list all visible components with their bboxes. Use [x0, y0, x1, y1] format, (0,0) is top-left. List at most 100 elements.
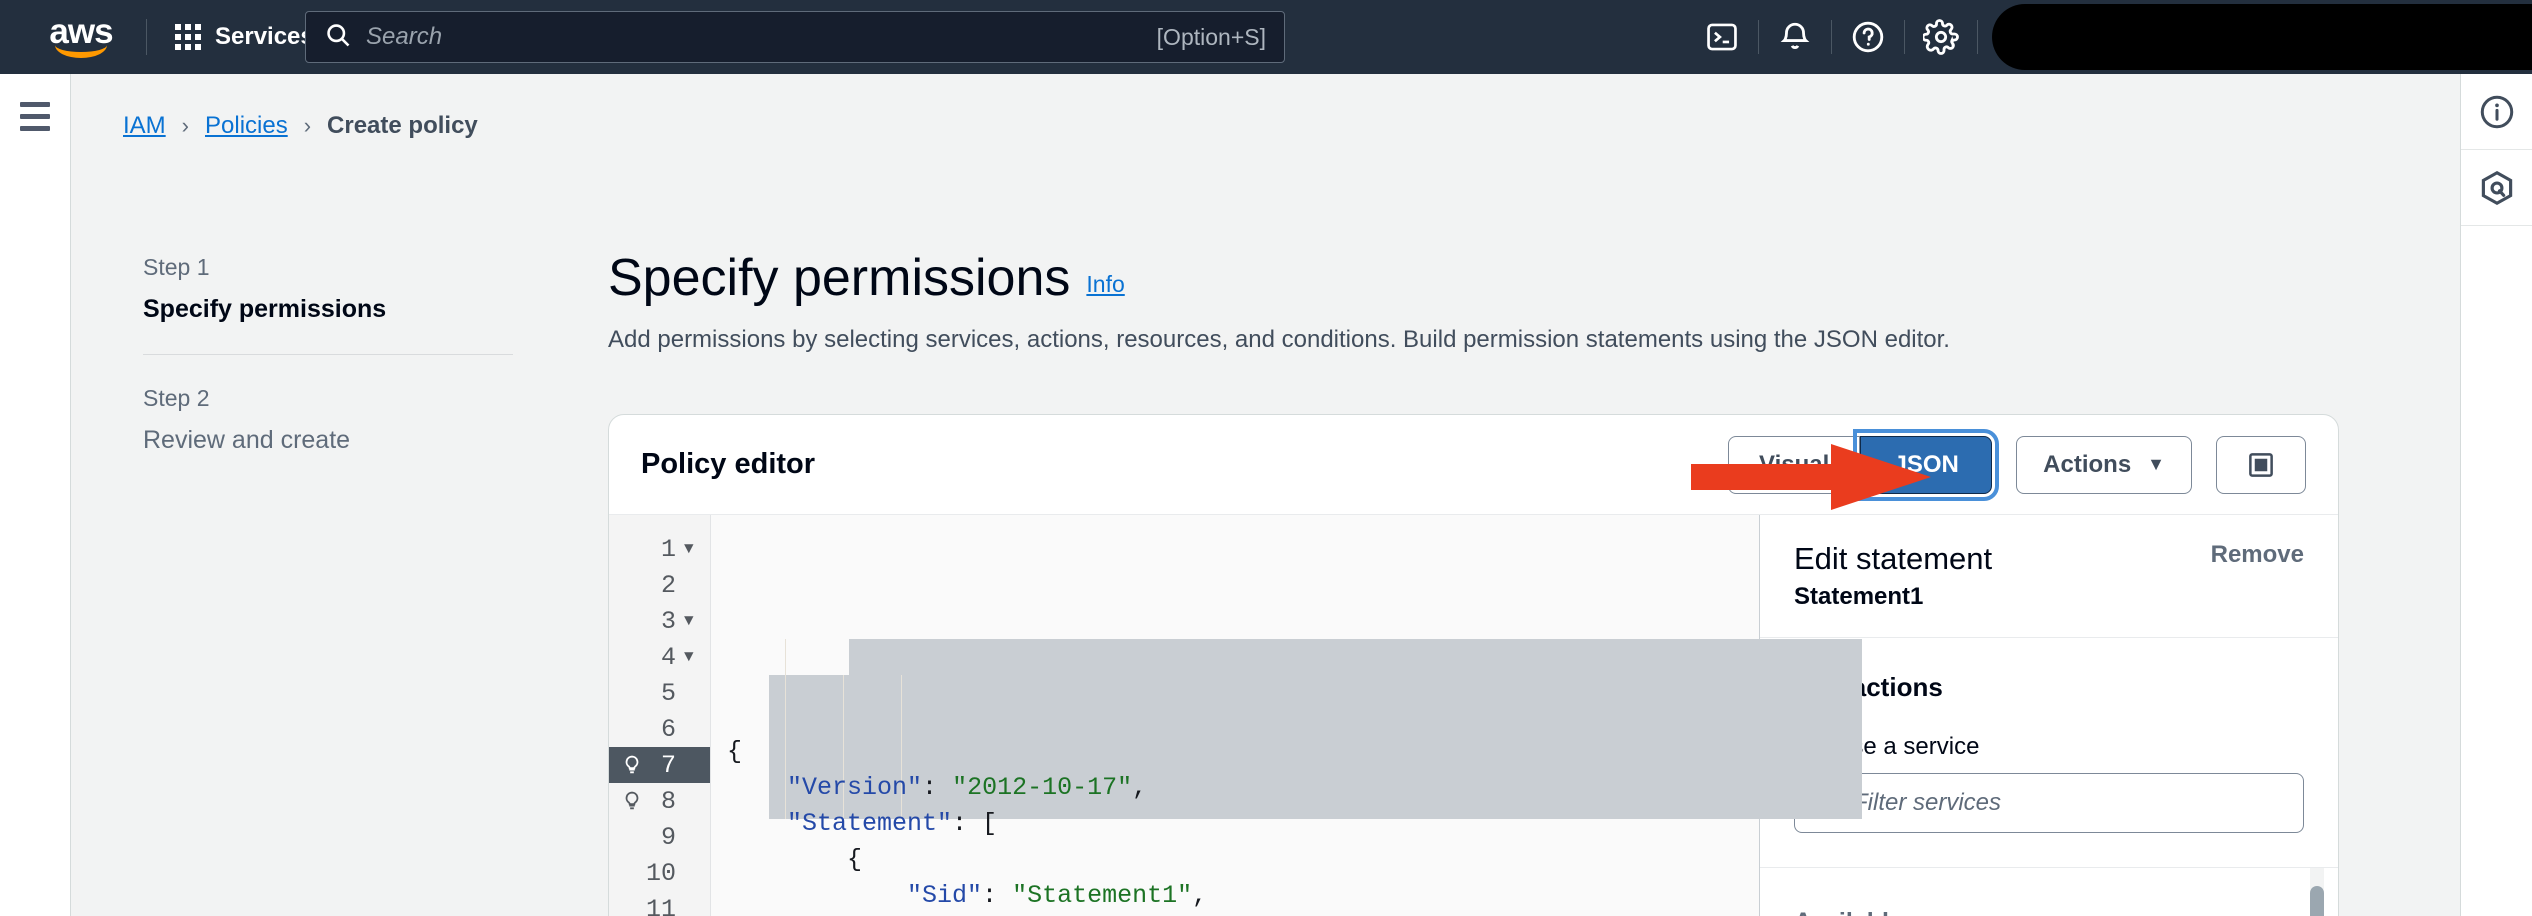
policy-editor-body: 1 ▼ 2 3 ▼ 4 ▼ 5 6 7 8 9 10 11 { "Version": "2012-10-1… [609, 515, 2338, 916]
page-title: Specify permissions [608, 249, 1071, 307]
help-question-icon[interactable] [1832, 0, 1904, 74]
navigation-menu-toggle-icon[interactable] [20, 102, 50, 131]
code-line[interactable]: "Statement": [ [711, 806, 1759, 842]
step-1-number: Step 1 [143, 254, 210, 280]
actions-label: Actions [2043, 450, 2132, 478]
wizard-step-2[interactable]: Step 2 Review and create [143, 385, 563, 485]
code-token: "Version" [787, 773, 923, 802]
policy-editor-card: Policy editor Visual JSON Actions ▼ 1 ▼ … [608, 414, 2339, 916]
choose-service-label: Choose a service [1794, 733, 1980, 760]
gutter-line-2[interactable]: 2 [609, 567, 710, 603]
editor-code-area[interactable]: { "Version": "2012-10-17", "Statement": … [711, 515, 1862, 916]
amazon-q-hexagon-icon[interactable] [2461, 150, 2532, 226]
line-number: 10 [645, 858, 676, 888]
filter-services-placeholder: Filter services [1853, 789, 2002, 816]
nav-divider [146, 19, 147, 55]
editor-gutter: 1 ▼ 2 3 ▼ 4 ▼ 5 6 7 8 9 10 11 [609, 515, 711, 916]
breadcrumb-item-create-policy: Create policy [327, 112, 478, 139]
line-number: 6 [660, 714, 676, 744]
code-token: { [847, 845, 863, 874]
aws-logo-text: aws [49, 11, 113, 51]
code-line[interactable]: { [711, 842, 1759, 878]
visual-mode-button[interactable]: Visual [1728, 435, 1861, 494]
policy-editor-title: Policy editor [641, 448, 816, 480]
gutter-line-1[interactable]: 1 ▼ [609, 531, 710, 567]
wizard-step-1[interactable]: Step 1 Specify permissions [143, 254, 563, 354]
gutter-line-10[interactable]: 10 [609, 855, 710, 891]
code-token: : [ [952, 809, 998, 838]
breadcrumb-item-iam[interactable]: IAM [123, 112, 166, 140]
gutter-line-9[interactable]: 9 [609, 819, 710, 855]
statement-name: Statement1 [1794, 583, 1924, 610]
fold-toggle-icon[interactable]: ▼ [684, 540, 700, 558]
nav-divider [1977, 20, 1978, 54]
add-actions-heading: Add actions [1794, 672, 1943, 702]
search-icon [324, 21, 352, 54]
code-token: "Statement" [787, 809, 953, 838]
line-number: 9 [660, 822, 676, 852]
json-mode-button[interactable]: JSON [1853, 428, 2000, 501]
available-label: Available [1794, 908, 2304, 916]
aws-logo[interactable]: aws [26, 0, 136, 74]
fold-toggle-icon[interactable]: ▼ [684, 648, 700, 666]
info-circle-icon[interactable] [2461, 74, 2532, 150]
available-services-list: Available AMP [1760, 867, 2338, 916]
code-token: : [982, 881, 1013, 910]
policy-editor-header: Policy editor Visual JSON Actions ▼ [609, 415, 2338, 515]
page-description: Add permissions by selecting services, a… [608, 326, 1950, 353]
filter-services-input[interactable]: Filter services [1794, 773, 2304, 833]
gutter-line-7[interactable]: 7 [609, 747, 710, 783]
chevron-right-icon: › [303, 113, 312, 138]
line-number: 3 [660, 606, 676, 636]
search-shortcut-hint: [Option+S] [1156, 23, 1266, 50]
code-token: "Sid" [907, 881, 983, 910]
line-number: 5 [660, 678, 676, 708]
page-info-link[interactable]: Info [1086, 271, 1124, 304]
code-token: , [1132, 773, 1148, 802]
chevron-right-icon: › [181, 113, 189, 138]
code-line[interactable]: "Version": "2012-10-17", [711, 770, 1759, 806]
maximize-icon[interactable] [2216, 435, 2306, 494]
edit-statement-header: Edit statement Statement1 Remove [1760, 515, 2338, 638]
remove-statement-button[interactable]: Remove [2211, 541, 2304, 569]
line-number: 7 [660, 750, 676, 780]
code-token: { [727, 737, 743, 766]
breadcrumb: IAM › Policies › Create policy [123, 112, 478, 140]
gutter-line-6[interactable]: 6 [609, 711, 710, 747]
right-rail [2460, 74, 2532, 916]
gutter-line-8[interactable]: 8 [609, 783, 710, 819]
top-navigation-bar: aws Services Search [Option+S] [0, 0, 2532, 74]
wizard-steps: Step 1 Specify permissions Step 2 Review… [143, 254, 563, 485]
fold-toggle-icon[interactable]: ▼ [684, 612, 700, 630]
services-scrollbar-thumb[interactable] [2310, 886, 2324, 916]
grid-apps-icon [175, 24, 201, 50]
breadcrumb-item-policies[interactable]: Policies [205, 112, 288, 140]
settings-gear-icon[interactable] [1905, 0, 1977, 74]
gutter-line-5[interactable]: 5 [609, 675, 710, 711]
editor-mode-toggle: Visual JSON [1728, 428, 2000, 501]
page-heading: Specify permissions Info Add permissions… [608, 252, 1950, 354]
cloudshell-icon[interactable] [1686, 0, 1758, 74]
code-line[interactable]: "Sid": "Statement1", [711, 878, 1759, 914]
search-placeholder: Search [366, 23, 443, 50]
edit-statement-title: Edit statement [1794, 541, 1993, 576]
actions-dropdown-button[interactable]: Actions ▼ [2016, 435, 2192, 494]
nav-right-group [1686, 0, 2532, 74]
notifications-bell-icon[interactable] [1759, 0, 1831, 74]
code-line[interactable]: { [711, 734, 1759, 770]
code-token: "Statement1" [1012, 881, 1193, 910]
step-2-label: Review and create [143, 426, 351, 454]
step-1-label: Specify permissions [143, 295, 387, 323]
code-token: "2012-10-17" [952, 773, 1133, 802]
gutter-line-4[interactable]: 4 ▼ [609, 639, 710, 675]
code-token: , [1192, 881, 1208, 910]
global-search-input[interactable]: Search [Option+S] [305, 11, 1285, 63]
account-menu-button[interactable] [1992, 4, 2532, 70]
step-divider [143, 354, 513, 355]
gutter-line-3[interactable]: 3 ▼ [609, 603, 710, 639]
gutter-line-11[interactable]: 11 [609, 891, 710, 916]
json-code-editor[interactable]: 1 ▼ 2 3 ▼ 4 ▼ 5 6 7 8 9 10 11 { "Version": "2012-10-1… [609, 515, 1862, 916]
step-2-number: Step 2 [143, 385, 210, 411]
chevron-down-icon: ▼ [2147, 454, 2165, 474]
left-rail [0, 74, 71, 916]
